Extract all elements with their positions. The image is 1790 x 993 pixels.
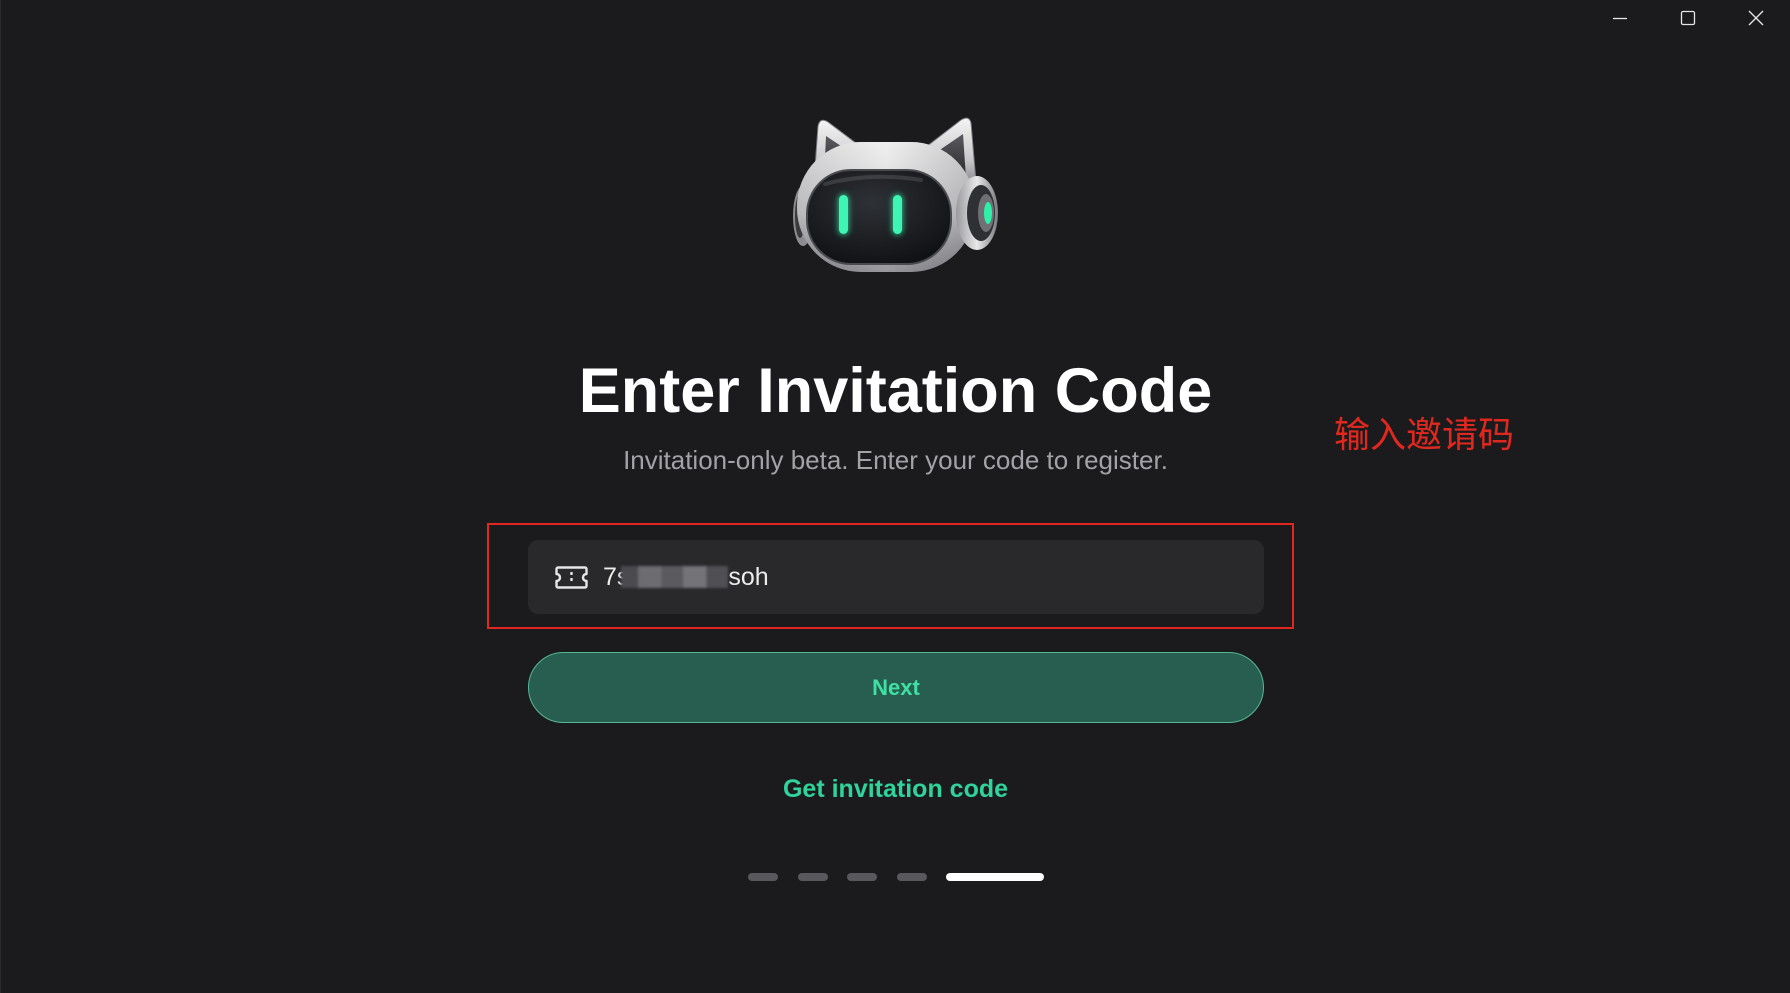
invitation-code-input[interactable]: 7s soh [528,540,1264,614]
robot-cat-icon [793,117,998,272]
redacted-mask [621,566,729,588]
maximize-button[interactable] [1654,0,1722,36]
maximize-icon [1680,10,1696,26]
step-dot [847,873,877,881]
page-title: Enter Invitation Code [578,356,1213,426]
minimize-button[interactable] [1586,0,1654,36]
close-icon [1748,10,1764,26]
code-value-suffix: soh [728,563,769,591]
step-indicator [748,873,1044,881]
step-dot [896,873,927,881]
window-controls [1586,0,1790,36]
app-window: Enter Invitation Code Invitation-only be… [0,0,1790,993]
page-subtitle: Invitation-only beta. Enter your code to… [623,445,1168,475]
ticket-icon [555,565,588,590]
step-dot [748,873,778,881]
step-dot [797,873,828,881]
minimize-icon [1613,17,1627,20]
next-button[interactable]: Next [528,652,1264,723]
robot-cat-mascot [791,114,1001,274]
annotation-label: 输入邀请码 [1334,415,1515,456]
step-dot-active [946,873,1044,881]
code-value: 7s soh [603,562,769,592]
next-button-label: Next [872,674,920,700]
get-invitation-code-link[interactable]: Get invitation code [783,774,1008,804]
close-button[interactable] [1722,0,1790,36]
